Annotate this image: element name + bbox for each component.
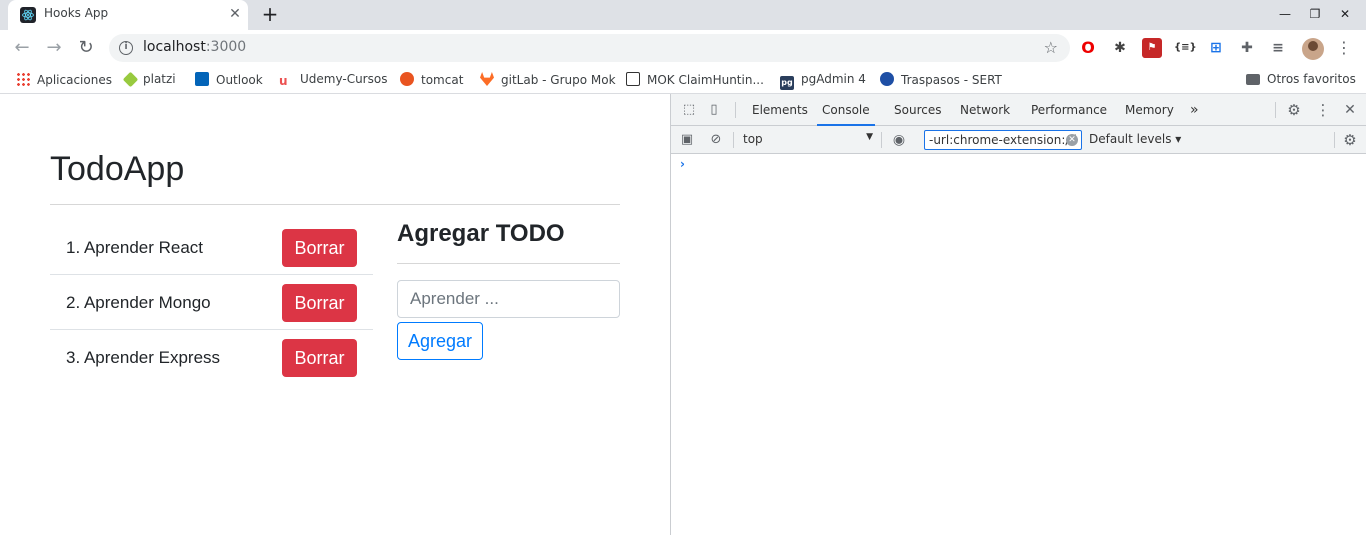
tab-strip: Hooks App ✕ + — ❐ ✕ bbox=[0, 0, 1366, 30]
live-expression-eye-icon[interactable]: ◉ bbox=[891, 132, 907, 148]
delete-button[interactable]: Borrar bbox=[282, 229, 357, 267]
json-extension-icon[interactable]: {≡} bbox=[1174, 38, 1197, 58]
todo-text[interactable]: 2. Aprender Mongo bbox=[66, 293, 211, 313]
todo-description-input[interactable] bbox=[397, 280, 620, 318]
bookmark-aplicaciones[interactable]: Aplicaciones bbox=[16, 72, 112, 90]
extensions-puzzle-icon[interactable]: ✚ bbox=[1237, 38, 1257, 58]
ubuntu-icon bbox=[400, 72, 414, 86]
bookmark-outlook[interactable]: Outlook bbox=[195, 72, 263, 90]
sidebar-toggle-icon[interactable]: ▣ bbox=[679, 132, 695, 148]
react-favicon-icon bbox=[20, 7, 36, 23]
address-bar[interactable]: i localhost:3000 ☆ bbox=[109, 34, 1070, 62]
new-tab-icon[interactable]: + bbox=[258, 2, 282, 26]
close-window-icon[interactable]: ✕ bbox=[1334, 4, 1356, 24]
chrome-menu-icon[interactable]: ⋮ bbox=[1336, 38, 1352, 57]
console-filter-bar: ▣ ⊘ top ▼ ◉ -url:chrome-extension://l ✕ … bbox=[671, 126, 1366, 154]
info-icon[interactable]: i bbox=[119, 41, 133, 55]
clear-filter-icon[interactable]: ✕ bbox=[1066, 134, 1078, 146]
context-select[interactable]: top ▼ bbox=[743, 132, 873, 146]
restore-icon[interactable]: ❐ bbox=[1304, 4, 1326, 24]
clear-console-icon[interactable]: ⊘ bbox=[708, 132, 724, 148]
todo-text[interactable]: 1. Aprender React bbox=[66, 238, 203, 258]
url-text: localhost:3000 bbox=[143, 39, 247, 55]
toolbar-divider bbox=[881, 132, 882, 148]
tab-elements[interactable]: Elements bbox=[752, 94, 808, 126]
bookmark-traspasos[interactable]: Traspasos - SERT bbox=[880, 72, 1002, 90]
page-title: TodoApp bbox=[50, 150, 185, 188]
tab-sources[interactable]: Sources bbox=[894, 94, 941, 126]
tab-network[interactable]: Network bbox=[960, 94, 1010, 126]
tab-close-icon[interactable]: ✕ bbox=[226, 5, 244, 23]
console-filter-input[interactable]: -url:chrome-extension://l ✕ bbox=[924, 130, 1082, 150]
toolbar-divider bbox=[735, 102, 736, 118]
bookmark-otros-favoritos[interactable]: Otros favoritos bbox=[1246, 72, 1356, 90]
device-toolbar-icon[interactable]: ▯ bbox=[706, 102, 722, 118]
reload-icon[interactable]: ↻ bbox=[74, 36, 98, 60]
bug-extension-icon[interactable]: ✱ bbox=[1110, 38, 1130, 58]
browser-toolbar: ← → ↻ i localhost:3000 ☆ O ✱ ⚑ {≡} ⊞ ✚ ≡… bbox=[0, 30, 1366, 66]
grid-extension-icon[interactable]: ⊞ bbox=[1206, 38, 1226, 58]
profile-avatar[interactable] bbox=[1302, 38, 1324, 60]
back-icon[interactable]: ← bbox=[10, 36, 34, 60]
chevron-down-icon: ▼ bbox=[866, 132, 873, 142]
bookmark-pgadmin[interactable]: pg pgAdmin 4 bbox=[780, 72, 866, 90]
tab-console[interactable]: Console bbox=[817, 94, 875, 126]
app-page: TodoApp 1. Aprender React Borrar 2. Apre… bbox=[0, 94, 670, 535]
bookmark-mok[interactable]: MOK ClaimHuntin... bbox=[626, 72, 764, 90]
udemy-icon: u bbox=[279, 74, 288, 88]
tab-performance[interactable]: Performance bbox=[1031, 94, 1107, 126]
add-todo-button[interactable]: Agregar bbox=[397, 322, 483, 360]
bookmark-gitlab[interactable]: gitLab - Grupo Mok bbox=[480, 72, 616, 90]
console-output[interactable]: › bbox=[671, 155, 1366, 535]
bookmark-star-icon[interactable]: ☆ bbox=[1044, 38, 1058, 57]
list-item: 1. Aprender React Borrar bbox=[50, 220, 373, 275]
todo-list: 1. Aprender React Borrar 2. Aprender Mon… bbox=[50, 220, 373, 385]
list-item: 3. Aprender Express Borrar bbox=[50, 330, 373, 385]
title-divider bbox=[50, 204, 620, 205]
pgadmin-icon: pg bbox=[780, 76, 794, 90]
devtools-panel: ⬚ ▯ Elements Console Sources Network Per… bbox=[670, 94, 1366, 535]
more-tabs-icon[interactable]: » bbox=[1190, 94, 1199, 126]
devtools-menu-icon[interactable]: ⋮ bbox=[1315, 102, 1331, 118]
toolbar-divider bbox=[1334, 132, 1335, 148]
settings-gear-icon[interactable]: ⚙ bbox=[1286, 102, 1302, 118]
inspect-element-icon[interactable]: ⬚ bbox=[681, 102, 697, 118]
folder-icon bbox=[1246, 74, 1260, 85]
bookmark-platzi[interactable]: platzi bbox=[122, 71, 176, 90]
toolbar-divider bbox=[733, 132, 734, 148]
bookmarks-bar: Aplicaciones platzi Outlook u Udemy-Curso… bbox=[0, 66, 1366, 94]
console-prompt[interactable]: › bbox=[680, 157, 685, 171]
close-devtools-icon[interactable]: ✕ bbox=[1342, 102, 1358, 118]
red-extension-icon[interactable]: ⚑ bbox=[1142, 38, 1162, 58]
delete-button[interactable]: Borrar bbox=[282, 339, 357, 377]
bookmark-tomcat[interactable]: tomcat bbox=[400, 72, 463, 90]
minimize-icon[interactable]: — bbox=[1274, 4, 1296, 24]
form-divider bbox=[397, 263, 620, 264]
apps-grid-icon bbox=[16, 72, 30, 86]
gitlab-icon bbox=[480, 72, 494, 86]
log-levels-dropdown[interactable]: Default levels ▾ bbox=[1089, 132, 1181, 146]
todo-text[interactable]: 3. Aprender Express bbox=[66, 348, 220, 368]
opera-extension-icon[interactable]: O bbox=[1078, 38, 1098, 58]
forward-icon[interactable]: → bbox=[42, 36, 66, 60]
delete-button[interactable]: Borrar bbox=[282, 284, 357, 322]
toolbar-divider bbox=[1275, 102, 1276, 118]
tab-title: Hooks App bbox=[44, 6, 109, 20]
mok-icon bbox=[626, 72, 640, 86]
devtools-tabbar: ⬚ ▯ Elements Console Sources Network Per… bbox=[671, 94, 1366, 126]
outlook-icon bbox=[195, 72, 209, 86]
console-settings-icon[interactable]: ⚙ bbox=[1342, 132, 1358, 148]
media-queue-icon[interactable]: ≡ bbox=[1268, 38, 1288, 58]
sert-icon bbox=[880, 72, 894, 86]
add-todo-heading: Agregar TODO bbox=[397, 220, 565, 247]
bookmark-udemy[interactable]: u Udemy-Cursos bbox=[279, 72, 387, 90]
platzi-icon bbox=[122, 71, 139, 88]
browser-tab[interactable]: Hooks App ✕ bbox=[8, 0, 248, 30]
list-item: 2. Aprender Mongo Borrar bbox=[50, 275, 373, 330]
tab-memory[interactable]: Memory bbox=[1125, 94, 1174, 126]
